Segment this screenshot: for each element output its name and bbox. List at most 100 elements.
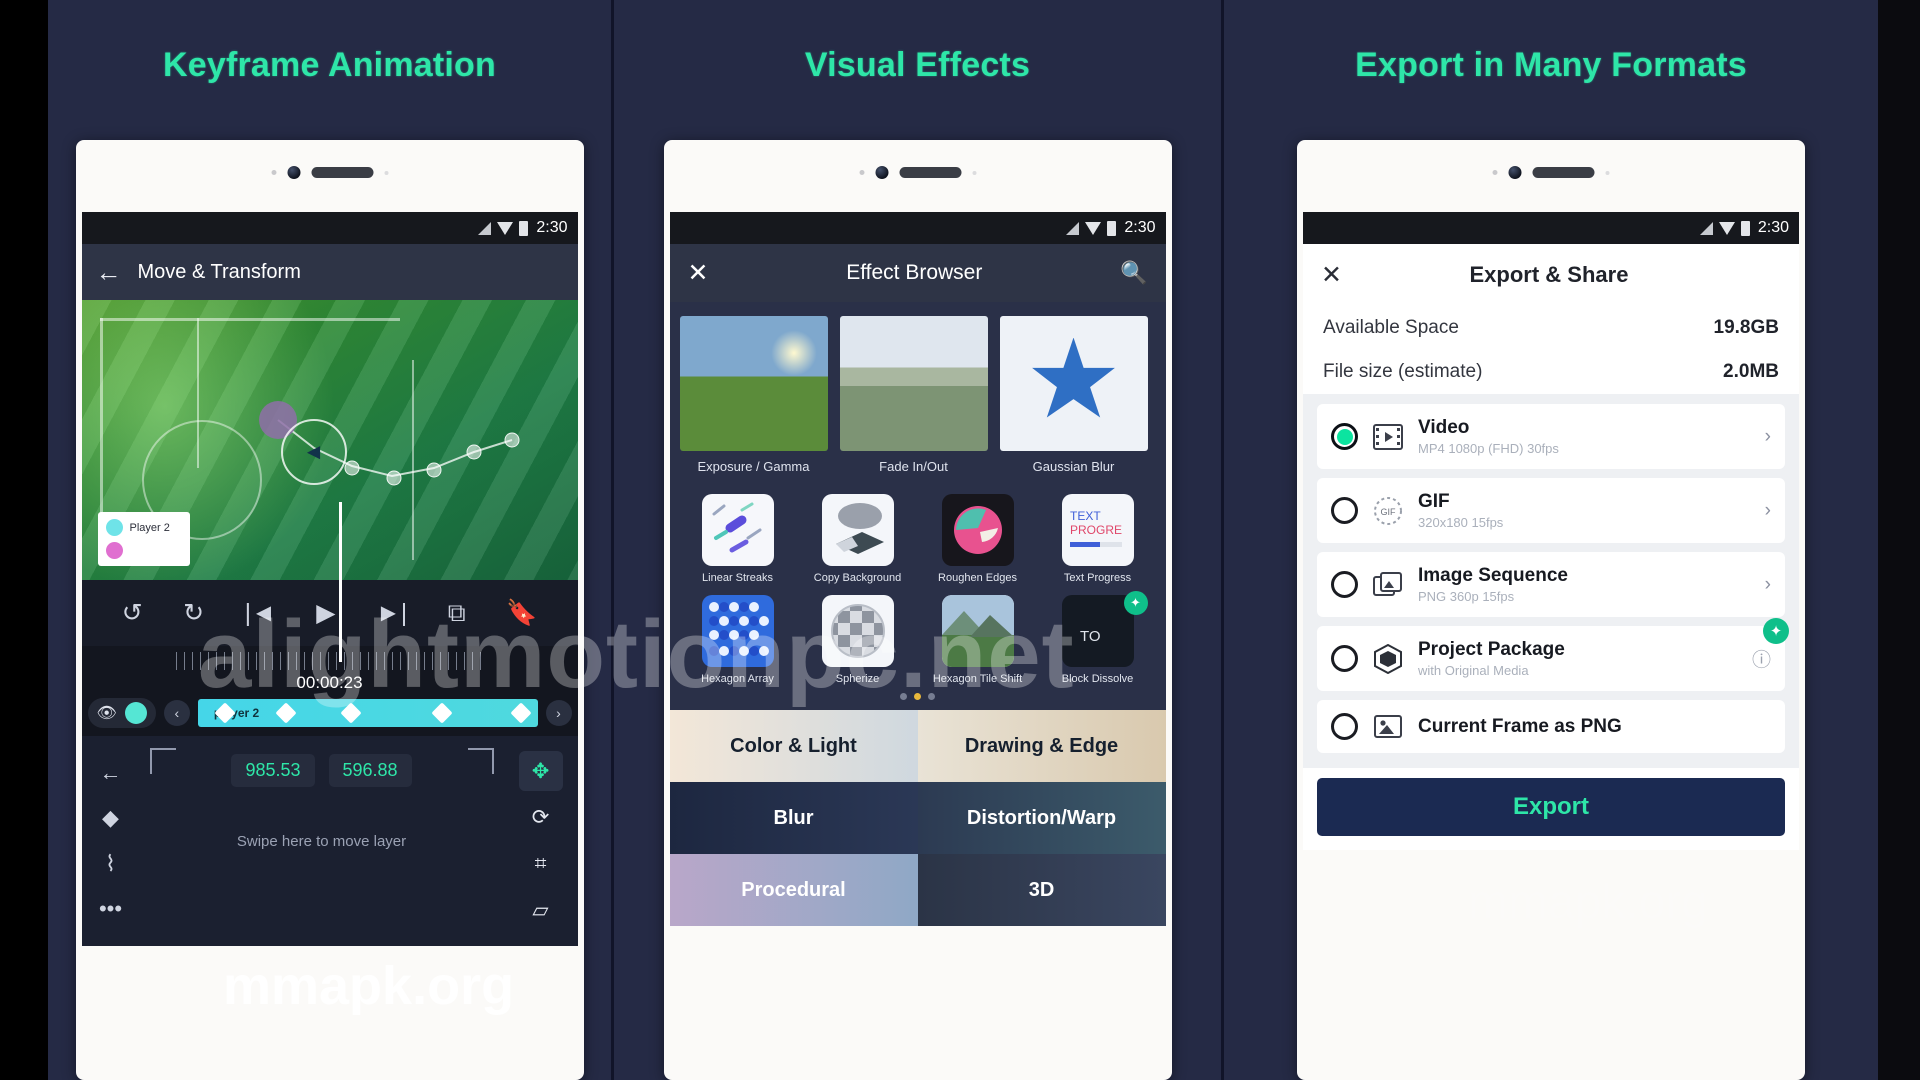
timeline-clip[interactable]: player 2 — [197, 699, 538, 727]
video-preview[interactable]: ◄ Player 2 — [81, 300, 578, 580]
export-option-image-sequence[interactable]: Image Sequence PNG 360p 15fps › — [1317, 552, 1785, 617]
easing-curve-icon[interactable]: ⌇ — [105, 851, 116, 877]
keyframe-node[interactable] — [426, 462, 441, 478]
skip-start-icon[interactable]: |◄ — [245, 600, 276, 626]
option-title: Video — [1418, 417, 1470, 438]
arrow-left-icon[interactable]: ← — [100, 760, 122, 786]
featured-effect-card[interactable]: Fade In/Out — [839, 316, 988, 474]
effect-cell[interactable]: TO ✦ Block Dissolve — [1044, 590, 1152, 686]
featured-effect-label: Gaussian Blur — [1032, 459, 1115, 474]
effect-cell[interactable]: Hexagon Array — [684, 594, 792, 686]
effect-thumbnail — [679, 316, 828, 451]
effect-cell[interactable]: Copy Background — [804, 494, 912, 585]
info-icon[interactable]: ⓘ — [1752, 645, 1771, 672]
status-time: 2:30 — [1124, 219, 1156, 236]
featured-effect-card[interactable]: Gaussian Blur — [999, 316, 1148, 474]
effect-thumbnail — [999, 316, 1148, 451]
panel-3-heading: Export in Many Formats — [1355, 46, 1747, 84]
radio-button[interactable] — [1331, 645, 1358, 672]
chevron-right-icon[interactable]: › — [1765, 500, 1771, 522]
transform-pad[interactable]: 985.53 596.88 Swipe here to move layer — [140, 736, 504, 946]
chevron-right-icon[interactable]: › — [1765, 574, 1771, 596]
option-text: Current Frame as PNG — [1418, 716, 1771, 738]
featured-effects-row[interactable]: Exposure / Gamma Fade In/Out Gaussian Bl… — [669, 302, 1166, 484]
swipe-hint: Swipe here to move layer — [236, 833, 407, 850]
export-option-project-package[interactable]: Project Package with Original Media ⓘ ✦ — [1317, 618, 1789, 691]
position-y-value[interactable]: 596.88 — [328, 754, 412, 787]
page-dot-active[interactable] — [914, 693, 921, 701]
svg-text:TEXT: TEXT — [1070, 509, 1101, 523]
status-time: 2:30 — [1757, 219, 1789, 236]
timeline-ruler[interactable] — [175, 652, 484, 670]
radio-button-selected[interactable] — [1331, 423, 1358, 450]
export-option-video[interactable]: Video MP4 1080p (FHD) 30fps › — [1317, 404, 1785, 469]
radio-button[interactable] — [1331, 497, 1358, 524]
undo-icon[interactable]: ↺ — [122, 600, 143, 626]
duplicate-icon[interactable]: ⧉ — [448, 600, 466, 626]
effect-cell[interactable]: Linear Streaks — [684, 494, 792, 585]
effect-cell[interactable]: Spherize — [804, 594, 912, 686]
page-dot[interactable] — [900, 693, 907, 701]
effect-cell[interactable]: TEXT PROGRE Text Progress — [1044, 494, 1152, 585]
keyframe-diamond[interactable] — [509, 702, 532, 724]
page-dot[interactable] — [928, 693, 935, 701]
layer-color-bubble — [124, 702, 147, 724]
close-icon[interactable]: ✕ — [1321, 260, 1342, 290]
category-label: Distortion/Warp — [966, 806, 1117, 829]
effect-cell[interactable]: Roughen Edges — [924, 494, 1032, 585]
category-color-light[interactable]: Color & Light — [669, 710, 918, 783]
export-button[interactable]: Export — [1317, 778, 1785, 836]
category-drawing-edge[interactable]: Drawing & Edge — [917, 710, 1166, 783]
radio-button[interactable] — [1331, 571, 1358, 598]
radio-button[interactable] — [1331, 713, 1358, 740]
effect-browser-toolbar: ✕ Effect Browser 🔍 — [669, 244, 1166, 302]
keyframe-node[interactable] — [504, 432, 519, 448]
screenshot-root: Keyframe Animation 2:30 ← Move & Transfo… — [0, 0, 1920, 1080]
skew-icon[interactable]: ▱ — [519, 891, 563, 931]
skip-end-icon[interactable]: ►| — [376, 600, 407, 626]
keyframe-diamond-icon[interactable]: ◆ — [102, 805, 119, 831]
featured-effect-card[interactable]: Exposure / Gamma — [679, 316, 828, 474]
layer-visibility-pill[interactable]: 👁 — [87, 698, 156, 728]
phone-1-notch — [271, 166, 388, 179]
track-scroll-right-button[interactable]: › — [545, 700, 572, 726]
letterbox-right — [1878, 0, 1920, 1080]
move-icon[interactable]: ✥ — [518, 751, 563, 792]
category-blur[interactable]: Blur — [669, 782, 918, 855]
keyframe-diamond[interactable] — [431, 702, 453, 724]
effect-label: Block Dissolve — [1061, 672, 1134, 685]
play-icon[interactable]: ▶ — [316, 600, 335, 626]
chevron-right-icon[interactable]: › — [1765, 426, 1771, 448]
keyframe-diamond[interactable] — [275, 702, 297, 724]
category-3d[interactable]: 3D — [917, 854, 1166, 927]
front-camera-icon — [1508, 166, 1522, 179]
export-option-gif[interactable]: GIF GIF 320x180 15fps › — [1317, 478, 1785, 543]
keyframe-node[interactable] — [466, 444, 481, 460]
track-scroll-left-button[interactable]: ‹ — [163, 700, 190, 726]
eye-icon[interactable]: 👁 — [97, 703, 117, 723]
playhead[interactable] — [339, 502, 343, 662]
keyframe-diamond[interactable] — [340, 702, 362, 724]
rotate-icon[interactable]: ⟳ — [519, 798, 563, 838]
battery-icon — [1740, 220, 1750, 236]
category-procedural[interactable]: Procedural — [669, 854, 918, 927]
info-value: 19.8GB — [1713, 317, 1779, 338]
category-distortion-warp[interactable]: Distortion/Warp — [917, 782, 1166, 855]
editor-toolbar: ← Move & Transform — [81, 244, 578, 300]
more-dots-icon[interactable]: ••• — [99, 896, 122, 922]
export-option-current-frame-png[interactable]: Current Frame as PNG — [1317, 700, 1785, 753]
keyframe-node[interactable] — [344, 460, 359, 476]
effect-cell[interactable]: Hexagon Tile Shift — [924, 594, 1032, 686]
close-icon[interactable]: ✕ — [688, 258, 709, 288]
redo-icon[interactable]: ↻ — [183, 600, 204, 626]
crop-icon[interactable]: ⌗ — [519, 844, 563, 884]
keyframe-node[interactable] — [386, 470, 401, 486]
search-icon[interactable]: 🔍 — [1120, 260, 1147, 286]
position-x-value[interactable]: 985.53 — [231, 754, 315, 787]
panel-keyframe-animation: Keyframe Animation 2:30 ← Move & Transfo… — [48, 0, 611, 1080]
arrow-left-icon[interactable]: ← — [96, 259, 122, 285]
timeline[interactable]: 00:00:23 👁 ‹ player 2 › — [81, 646, 578, 736]
transform-panel: ← ◆ ⌇ ••• 985.53 596.88 Swipe here to mo… — [81, 736, 578, 946]
bookmark-icon[interactable]: 🔖 — [506, 600, 537, 626]
effect-icon-spherize — [821, 594, 894, 667]
